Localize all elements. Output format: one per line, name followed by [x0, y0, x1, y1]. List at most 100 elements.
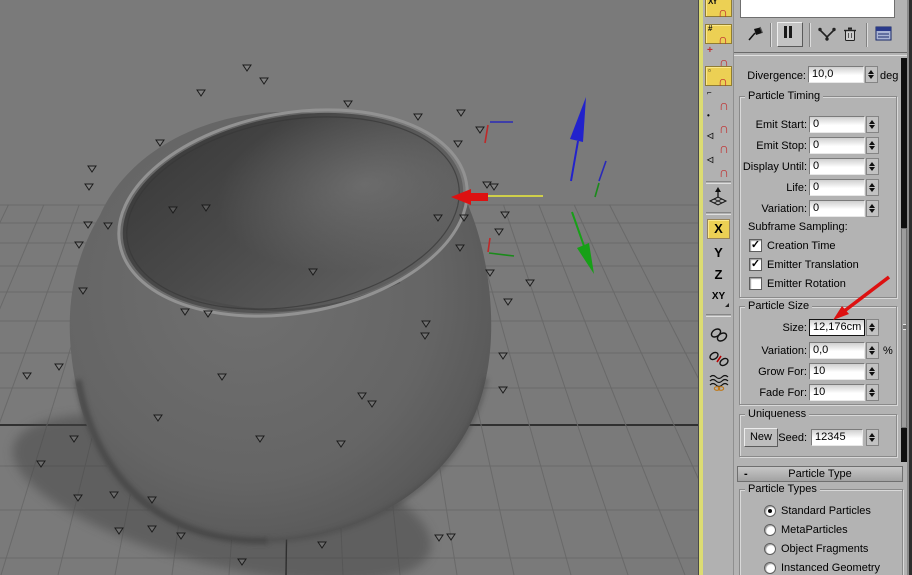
configure-modifier-sets-button[interactable]	[874, 25, 894, 42]
timing-displayuntil-spinner[interactable]	[866, 158, 879, 175]
checkbox-creation-time[interactable]: ✓	[749, 239, 762, 252]
magnet-icon: ∩	[718, 140, 729, 156]
timing-variation-field[interactable]: 0	[809, 200, 865, 217]
snap-xy[interactable]: XY ∩	[705, 0, 732, 19]
snap-xy-glyph: XY	[708, 0, 718, 6]
snap-edge-glyph: ◁	[707, 155, 713, 164]
timing-life-field[interactable]: 0	[809, 179, 865, 196]
radio-metaparticles[interactable]	[764, 524, 776, 536]
snap-edge[interactable]: ◁ ∩	[705, 155, 732, 180]
snap-midpoint[interactable]: • ∩	[705, 111, 732, 135]
radio-label: Instanced Geometry	[781, 562, 881, 574]
bind-to-space-warp-button[interactable]	[707, 373, 731, 391]
size-size-spinner[interactable]	[866, 319, 879, 336]
show-end-result-button[interactable]	[777, 22, 803, 47]
size-growfor-field[interactable]: 10	[809, 363, 865, 380]
restrict-xy-plane-button[interactable]: XY	[707, 288, 730, 308]
radio-instanced-geometry[interactable]	[764, 562, 776, 574]
particle-timing-group: Particle Timing Subframe Sampling: Emit …	[739, 90, 897, 298]
radio-object-fragments[interactable]	[764, 543, 776, 555]
panel-separator	[734, 52, 907, 56]
rollout-collapse-icon: -	[744, 468, 748, 480]
snap-vertex[interactable]: ▫ ∩	[705, 66, 732, 88]
timing-emitstop-field[interactable]: 0	[809, 137, 865, 154]
restrict-z-button[interactable]: Z	[707, 266, 730, 286]
checkbox-emitter-rotation[interactable]	[749, 277, 762, 290]
timing-life-spinner[interactable]	[866, 179, 879, 196]
particle-size-group: Particle Size Size: 12,176cm Variation: 0,0…	[739, 300, 897, 405]
size-fadefor-spinner[interactable]	[866, 384, 879, 401]
checkbox-label: Emitter Translation	[767, 259, 859, 271]
size-variation-unit: %	[883, 345, 893, 357]
snap-endpoint[interactable]: ⌐ ∩	[705, 88, 732, 113]
size-fadefor-label: Fade For:	[759, 387, 807, 399]
toolbar-separator	[770, 23, 772, 47]
pin-stack-button[interactable]	[746, 25, 766, 43]
viewport-canvas[interactable]	[0, 0, 698, 575]
snap-normal-glyph: ◁	[707, 131, 713, 140]
timing-displayuntil-field[interactable]: 0	[809, 158, 865, 175]
pin-stack-icon	[748, 26, 764, 41]
transform-center-glyph	[708, 187, 728, 206]
snap-grid[interactable]: # ∩	[705, 24, 732, 46]
select-and-link-icon	[710, 328, 728, 342]
uniqueness-title: Uniqueness	[745, 408, 810, 420]
make-unique-icon	[818, 27, 836, 41]
show-end-result-icon	[784, 26, 792, 38]
command-panel: Divergence: 10,0 deg Particle Timing Sub…	[734, 0, 907, 575]
snap-pivot-glyph: +	[707, 45, 713, 56]
flyout-corner-icon	[725, 303, 729, 307]
snap-grid-glyph: #	[708, 24, 713, 33]
particle-timing-title: Particle Timing	[745, 90, 824, 102]
seed-spinner[interactable]	[866, 429, 879, 446]
particle-type-rollout-header[interactable]: - Particle Type	[737, 466, 903, 482]
timing-life-label: Life:	[786, 182, 807, 194]
divergence-field[interactable]: 10,0	[808, 66, 864, 83]
checkbox-emitter-translation[interactable]: ✓	[749, 258, 762, 271]
timing-emitstop-spinner[interactable]	[866, 137, 879, 154]
divergence-spinner[interactable]	[865, 66, 878, 83]
timing-displayuntil-label: Display Until:	[742, 161, 807, 173]
bind-to-space-warp-icon	[709, 374, 729, 391]
restrict-x-button[interactable]: X	[707, 219, 730, 239]
size-fadefor-field[interactable]: 10	[809, 384, 865, 401]
particle-types-title: Particle Types	[745, 483, 820, 495]
divergence-label: Divergence:	[747, 70, 806, 82]
timing-variation-label: Variation:	[761, 203, 807, 215]
snaps-axis-toolbar: XY ∩ # ∩ + ∩ ▫ ∩ ⌐ ∩ • ∩ ◁ ∩ ◁ ∩ X Y Z XY	[703, 0, 734, 575]
remove-modifier-icon	[844, 27, 856, 41]
unlink-selection-button[interactable]	[707, 350, 731, 368]
seed-label: Seed:	[778, 432, 807, 444]
use-transform-center-icon[interactable]	[705, 186, 732, 206]
timing-variation-spinner[interactable]	[866, 200, 879, 217]
particle-type-rollout-title: Particle Type	[788, 468, 852, 480]
snap-pivot[interactable]: + ∩	[705, 45, 732, 69]
remove-modifier-button[interactable]	[841, 25, 859, 43]
new-seed-button[interactable]: New	[744, 428, 778, 447]
size-size-field[interactable]: 12,176cm	[809, 319, 865, 336]
snap-vertex-glyph: ▫	[708, 66, 711, 75]
snap-normal[interactable]: ◁ ∩	[705, 131, 732, 156]
toolbar-separator	[706, 212, 731, 215]
radio-label: Object Fragments	[781, 543, 869, 555]
timing-emitstop-label: Emit Stop:	[756, 140, 807, 152]
timing-emitstart-label: Emit Start:	[755, 119, 807, 131]
size-growfor-spinner[interactable]	[866, 363, 879, 380]
unlink-selection-icon	[709, 351, 729, 367]
magnet-icon: ∩	[718, 164, 729, 180]
modifier-stack-list[interactable]	[740, 0, 895, 18]
subframe-sampling-title: Subframe Sampling:	[748, 221, 848, 233]
magnet-icon: ∩	[718, 97, 729, 113]
radio-standard-particles[interactable]	[764, 505, 776, 517]
size-variation-label: Variation:	[761, 345, 807, 357]
size-variation-spinner[interactable]	[866, 342, 879, 359]
make-unique-button[interactable]	[816, 26, 838, 42]
toolbar-separator	[706, 314, 731, 317]
seed-field[interactable]: 12345	[811, 429, 863, 446]
toolbar-separator	[706, 181, 731, 184]
timing-emitstart-spinner[interactable]	[866, 116, 879, 133]
select-and-link-button[interactable]	[707, 326, 731, 344]
timing-emitstart-field[interactable]: 0	[809, 116, 865, 133]
restrict-y-button[interactable]: Y	[707, 244, 730, 264]
size-variation-field[interactable]: 0,0	[809, 342, 865, 359]
